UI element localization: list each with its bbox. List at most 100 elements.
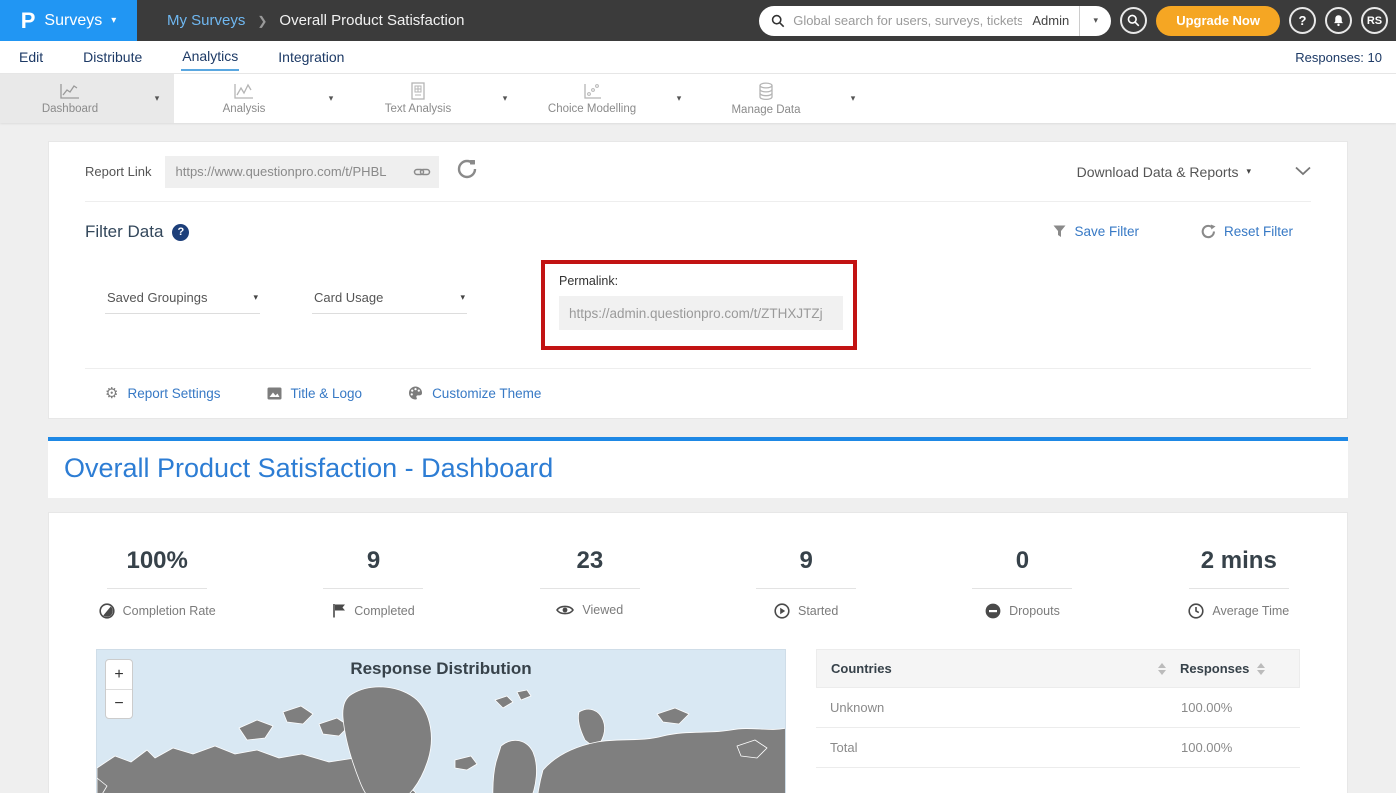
flag-icon: [332, 603, 346, 618]
saved-groupings-select[interactable]: Saved Groupings ▾: [105, 284, 260, 314]
stat-label: Viewed: [582, 603, 623, 617]
tab-choice-modelling[interactable]: Choice Modelling ▾: [522, 74, 696, 123]
notifications-button[interactable]: [1325, 7, 1352, 34]
title-logo-button[interactable]: Title & Logo: [267, 384, 363, 402]
minus-circle-icon: [985, 603, 1001, 619]
gear-icon: ⚙: [105, 384, 118, 402]
tab-dashboard-menu[interactable]: ▾: [140, 74, 174, 123]
table-row: Unknown 100.00%: [816, 688, 1300, 728]
tab-dashboard[interactable]: Dashboard ▾: [0, 74, 174, 123]
card-usage-select[interactable]: Card Usage ▾: [312, 284, 467, 314]
report-settings-button[interactable]: ⚙ Report Settings: [105, 384, 221, 402]
filter-data-title: Filter Data: [85, 222, 163, 242]
line-chart-icon: [233, 82, 255, 100]
stat-viewed: 23 Viewed: [482, 547, 698, 619]
country-cell: Unknown: [830, 700, 1181, 715]
search-icon: [1127, 14, 1140, 27]
countries-table: Countries Responses Unknown 100.00% Tota…: [816, 649, 1300, 793]
caret-down-icon: ▾: [253, 292, 258, 303]
global-search-input[interactable]: [793, 13, 1022, 28]
map-zoom-in-button[interactable]: +: [106, 660, 132, 689]
tab-manage-data-menu[interactable]: ▾: [836, 74, 870, 123]
response-distribution-map[interactable]: Response Distribution + −: [96, 649, 786, 793]
product-name: Surveys: [44, 12, 102, 30]
tab-analysis[interactable]: Analysis ▾: [174, 74, 348, 123]
caret-down-icon: ▾: [1246, 166, 1251, 177]
survey-stats-row: 100% Completion Rate 9: [49, 547, 1347, 619]
responses-cell: 100.00%: [1181, 740, 1286, 755]
nav-distribute[interactable]: Distribute: [82, 44, 143, 70]
database-icon: [756, 82, 776, 101]
tab-analysis-menu[interactable]: ▾: [314, 74, 348, 123]
nav-integration[interactable]: Integration: [277, 44, 345, 70]
user-avatar[interactable]: RS: [1361, 7, 1388, 34]
stat-average-time: 2 mins Average Time: [1131, 547, 1347, 619]
breadcrumb-my-surveys[interactable]: My Surveys: [167, 12, 245, 29]
reset-filter-button[interactable]: Reset Filter: [1201, 224, 1293, 239]
tab-text-analysis-menu[interactable]: ▾: [488, 74, 522, 123]
tab-manage-data[interactable]: Manage Data ▾: [696, 74, 870, 123]
filter-help-icon[interactable]: ?: [172, 224, 189, 241]
download-data-reports-label: Download Data & Reports: [1077, 164, 1239, 180]
map-zoom-out-button[interactable]: −: [106, 689, 132, 718]
report-link-input[interactable]: [165, 156, 439, 188]
countries-header-label: Countries: [831, 661, 892, 676]
stat-label: Completion Rate: [123, 604, 216, 618]
stat-value: 100%: [126, 547, 187, 575]
tab-label: Text Analysis: [385, 103, 451, 115]
document-grid-icon: [408, 82, 428, 100]
chevron-down-icon: ▾: [111, 15, 116, 26]
stat-completed: 9 Completed: [265, 547, 481, 619]
report-toolbar-card: Report Link Download Data & Reports ▾: [48, 141, 1348, 419]
eye-icon: [556, 604, 574, 616]
branded-domain-button[interactable]: [457, 159, 477, 184]
clock-icon: [1188, 603, 1204, 619]
save-filter-button[interactable]: Save Filter: [1053, 224, 1139, 239]
breadcrumb-current: Overall Product Satisfaction: [279, 12, 464, 29]
global-search[interactable]: Admin ▾: [759, 6, 1111, 36]
questionpro-logo-icon: P: [21, 10, 36, 32]
play-circle-icon: [774, 603, 790, 619]
tab-choice-modelling-menu[interactable]: ▾: [662, 74, 696, 123]
save-filter-label: Save Filter: [1074, 224, 1139, 239]
card-usage-value: Card Usage: [314, 290, 383, 305]
tab-label: Manage Data: [731, 104, 800, 116]
customize-theme-label: Customize Theme: [432, 386, 541, 401]
collapse-panel-button[interactable]: [1295, 163, 1311, 181]
download-data-reports-dropdown[interactable]: Download Data & Reports ▾: [1077, 164, 1251, 180]
breadcrumb-separator-icon: ❯: [257, 14, 267, 28]
nav-analytics[interactable]: Analytics: [181, 43, 239, 71]
quick-search-button[interactable]: [1120, 7, 1147, 34]
link-icon[interactable]: [413, 163, 431, 181]
upgrade-now-button[interactable]: Upgrade Now: [1156, 6, 1280, 36]
search-scope-label: Admin: [1022, 13, 1079, 28]
responses-header-label: Responses: [1180, 661, 1249, 676]
table-row: Total 100.00%: [816, 728, 1300, 768]
image-icon: [267, 387, 282, 400]
tab-label: Analysis: [223, 103, 266, 115]
customize-theme-button[interactable]: Customize Theme: [408, 384, 541, 402]
permalink-input[interactable]: [559, 296, 843, 330]
country-cell: Total: [830, 740, 1181, 755]
survey-section-nav: Edit Distribute Analytics Integration Re…: [0, 41, 1396, 74]
product-switcher[interactable]: P Surveys ▾: [0, 0, 137, 41]
stat-value: 9: [367, 547, 380, 575]
map-zoom-control: + −: [105, 659, 133, 719]
search-scope-dropdown[interactable]: ▾: [1079, 6, 1111, 36]
palette-icon: [408, 386, 423, 400]
permalink-highlight-box: Permalink:: [541, 260, 857, 350]
stat-started: 9 Started: [698, 547, 914, 619]
dashboard-stats-card: 100% Completion Rate 9: [48, 512, 1348, 793]
tab-text-analysis[interactable]: Text Analysis ▾: [348, 74, 522, 123]
stat-value: 2 mins: [1201, 547, 1277, 575]
permalink-label: Permalink:: [559, 274, 839, 288]
tab-label: Dashboard: [42, 103, 98, 115]
bell-icon: [1332, 14, 1345, 27]
title-logo-label: Title & Logo: [291, 386, 363, 401]
help-button[interactable]: ?: [1289, 7, 1316, 34]
stat-value: 0: [1016, 547, 1029, 575]
sort-countries-icon[interactable]: [1158, 663, 1166, 675]
sort-responses-icon[interactable]: [1257, 663, 1265, 675]
nav-edit[interactable]: Edit: [18, 44, 44, 70]
responses-cell: 100.00%: [1181, 700, 1286, 715]
